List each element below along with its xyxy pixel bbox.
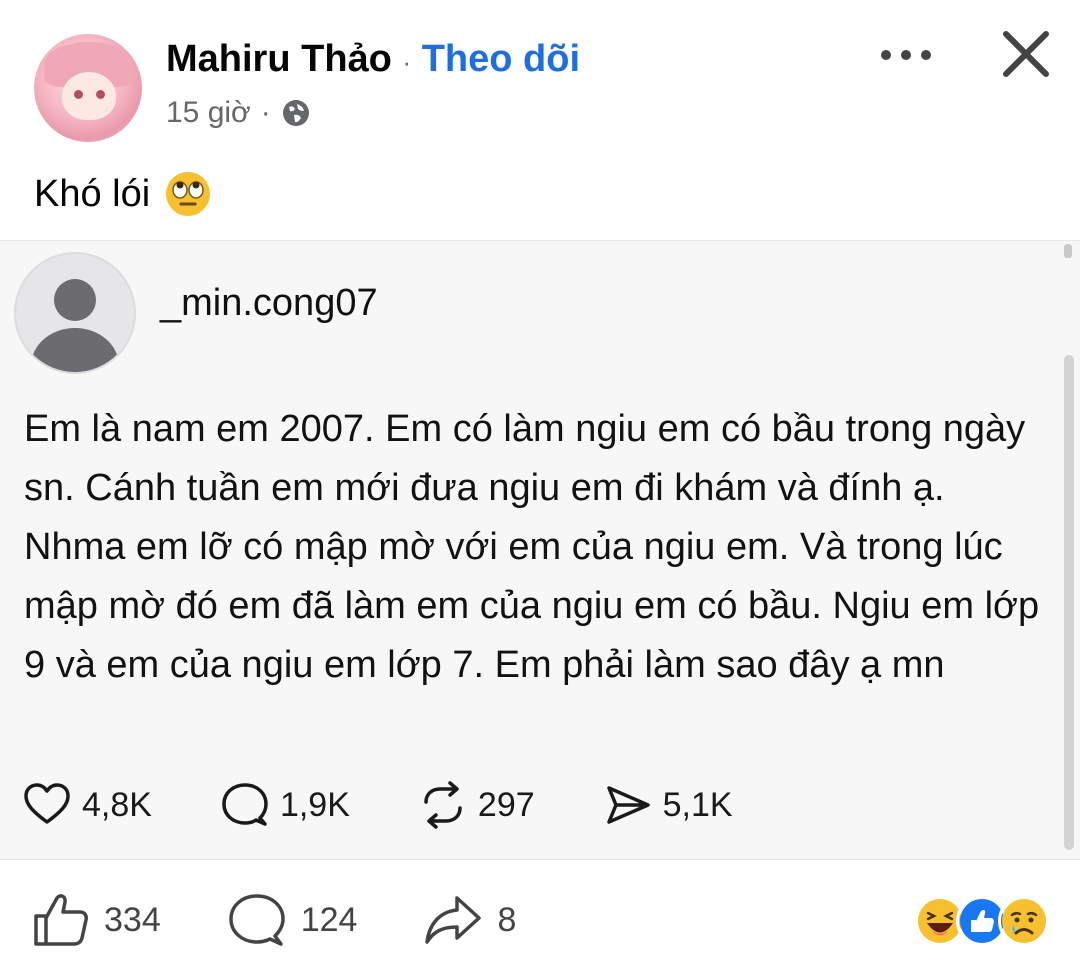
comment-count: 124	[300, 900, 358, 939]
shares-stat[interactable]: 5,1K	[603, 780, 733, 830]
repost-icon	[424, 781, 462, 829]
sad-icon	[998, 895, 1050, 947]
likes-stat[interactable]: 4,8K	[22, 780, 152, 830]
like-count: 334	[104, 900, 161, 939]
shares-count: 5,1K	[662, 785, 733, 824]
heart-icon	[24, 783, 70, 824]
post-meta: 15 giờ ·	[166, 96, 311, 130]
eye-roll-emoji-icon	[166, 172, 211, 216]
send-icon	[606, 786, 650, 824]
share-arrow-icon	[425, 896, 482, 944]
reposts-count: 297	[477, 785, 535, 824]
shared-post-stats: 4,8K 1,9K 297 5,1K	[22, 780, 801, 830]
reposts-stat[interactable]: 297	[418, 780, 535, 830]
share-button[interactable]: 8	[423, 890, 516, 950]
globe-icon	[282, 100, 309, 126]
author-name[interactable]: Mahiru Thảo	[166, 38, 392, 80]
post-time[interactable]: 15 giờ	[166, 96, 251, 130]
card-scrollbar[interactable]	[1064, 355, 1074, 850]
shared-username[interactable]: _min.cong07	[160, 282, 378, 325]
replies-stat[interactable]: 1,9K	[220, 780, 350, 830]
like-button[interactable]: 334	[30, 890, 161, 950]
likes-count: 4,8K	[82, 785, 152, 824]
comment-icon	[228, 894, 285, 946]
post-actions: 334 124 8	[30, 890, 582, 950]
separator-dot: ·	[402, 47, 412, 77]
replies-count: 1,9K	[279, 785, 350, 824]
caption-text: Khó lói	[34, 172, 151, 215]
thumbs-up-icon	[34, 894, 88, 946]
post-caption: Khó lói	[34, 170, 212, 218]
comment-button[interactable]: 124	[227, 890, 358, 950]
meta-separator: ·	[260, 96, 271, 129]
share-count: 8	[497, 900, 517, 939]
default-avatar-icon	[14, 252, 136, 374]
more-options-icon[interactable]	[876, 40, 936, 70]
author-avatar[interactable]	[34, 34, 142, 142]
scrollbar-cap	[1064, 244, 1072, 258]
post-header-line: Mahiru Thảo · Theo dõi	[166, 38, 580, 81]
shared-post-text: Em là nam em 2007. Em có làm ngiu em có …	[24, 408, 1040, 686]
follow-button[interactable]: Theo dõi	[422, 38, 580, 80]
reaction-summary[interactable]	[914, 895, 1050, 947]
reply-bubble-icon	[222, 783, 268, 826]
close-icon[interactable]	[1000, 28, 1052, 80]
